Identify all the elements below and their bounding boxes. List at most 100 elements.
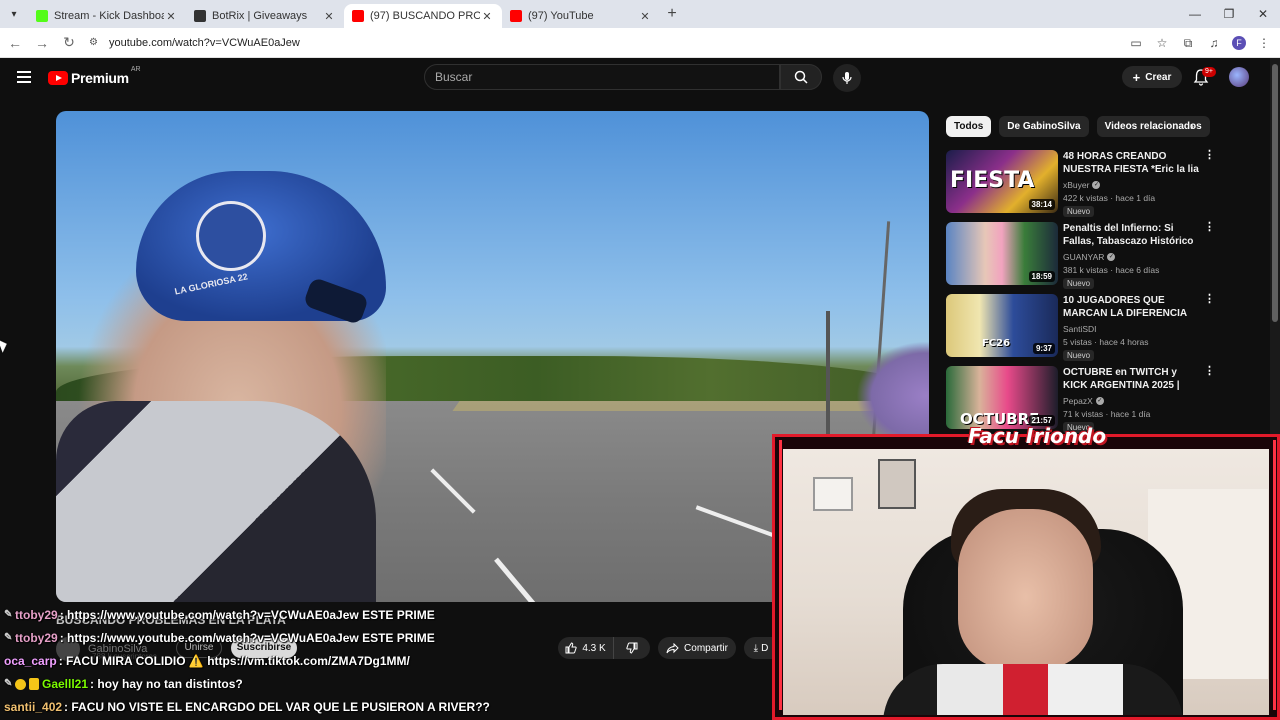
close-window-icon[interactable]: ✕ <box>1246 0 1280 28</box>
video-meta: 381 k vistas · hace 6 días <box>1063 265 1160 275</box>
botrix-favicon-icon <box>194 10 206 22</box>
video-frame-jersey <box>56 401 376 602</box>
video-thumbnail[interactable]: 18:59 <box>946 222 1058 285</box>
tab-close-icon[interactable]: ✕ <box>480 10 494 23</box>
back-arrow-icon[interactable]: ← <box>3 35 27 51</box>
video-thumbnail[interactable]: FC26 9:37 <box>946 294 1058 357</box>
recommendation-item[interactable]: FIESTA 38:14 48 HORAS CREANDO NUESTRA FI… <box>946 150 1216 217</box>
tab-close-icon[interactable]: ✕ <box>322 10 336 23</box>
tab-title: Stream - Kick Dashboard <box>54 10 164 22</box>
create-button[interactable]: + Crear <box>1122 66 1182 88</box>
overlay-frame-accent <box>779 440 789 710</box>
extensions-icon[interactable]: ⧉ <box>1180 36 1196 51</box>
browser-tab-botrix[interactable]: BotRix | Giveaways ✕ <box>186 4 344 28</box>
channel-name[interactable]: SantiSDI <box>1063 324 1097 334</box>
url-field[interactable]: ⚙ youtube.com/watch?v=VCWuAE0aJew <box>89 32 1109 54</box>
bookmark-star-icon[interactable]: ☆ <box>1154 36 1170 50</box>
like-button[interactable]: 4.3 K <box>558 637 614 659</box>
channel-line: xBuyer ✓ <box>1063 180 1101 190</box>
chat-username: santii_402 <box>4 700 63 714</box>
chat-text: : FACU MIRA COLIDIO ⚠️ https://vm.tiktok… <box>58 654 410 668</box>
video-title[interactable]: OCTUBRE en TWITCH y KICK ARGENTINA 2025 … <box>1063 366 1203 392</box>
search-input[interactable]: Buscar <box>424 64 781 90</box>
video-thumbnail[interactable]: OCTUBRE 21:57 <box>946 366 1058 429</box>
channel-name[interactable]: PepazX <box>1063 396 1093 406</box>
tab-search-button[interactable]: ▾ <box>0 0 28 28</box>
chat-message: santii_402 : FACU NO VISTE EL ENCARGDO D… <box>4 697 490 717</box>
streamer-name-logo: Facu Iriondo <box>968 424 1107 448</box>
like-dislike-group: 4.3 K <box>558 637 650 659</box>
more-actions-icon[interactable]: ⋮ <box>1204 366 1215 377</box>
notification-count-badge: 9+ <box>1202 67 1216 77</box>
recommendation-item[interactable]: FC26 9:37 10 JUGADORES QUE MARCAN LA DIF… <box>946 294 1216 361</box>
restore-icon[interactable]: ❐ <box>1212 0 1246 28</box>
gift-badge-icon <box>29 678 39 690</box>
browser-tab-youtube[interactable]: (97) YouTube ✕ <box>502 4 660 28</box>
recommendation-item[interactable]: OCTUBRE 21:57 OCTUBRE en TWITCH y KICK A… <box>946 366 1216 433</box>
chat-text: : https://www.youtube.com/watch?v=VCWuAE… <box>59 631 435 645</box>
site-info-icon[interactable]: ⚙ <box>89 37 103 48</box>
video-meta: 422 k vistas · hace 1 día <box>1063 193 1156 203</box>
media-controls-icon[interactable]: ♫ <box>1206 36 1222 50</box>
new-tab-button[interactable]: + <box>660 5 684 23</box>
youtube-premium-logo[interactable]: Premium AR <box>48 66 141 86</box>
wall-picture <box>878 459 916 509</box>
guide-menu-icon[interactable] <box>17 71 31 83</box>
scrollbar-thumb[interactable] <box>1272 64 1278 322</box>
share-button[interactable]: Compartir <box>658 637 736 659</box>
video-title[interactable]: 48 HORAS CREANDO NUESTRA FIESTA *Eric la… <box>1063 150 1203 176</box>
minimize-icon[interactable]: — <box>1178 0 1212 28</box>
wall-picture <box>813 477 853 511</box>
verified-check-icon: ✓ <box>1107 253 1116 261</box>
create-label: Crear <box>1145 71 1172 83</box>
cap-crest-icon <box>196 201 266 271</box>
tab-title: (97) YouTube <box>528 10 594 22</box>
chat-username: ttoby29 <box>15 608 58 622</box>
video-thumbnail[interactable]: FIESTA 38:14 <box>946 150 1058 213</box>
reload-icon[interactable]: ↻ <box>57 34 81 51</box>
more-actions-icon[interactable]: ⋮ <box>1204 150 1215 161</box>
recommendation-item[interactable]: 18:59 Penaltis del Infierno: Si Fallas, … <box>946 222 1216 289</box>
chip-channel[interactable]: De GabinoSilva <box>999 116 1089 137</box>
duration-badge: 38:14 <box>1028 199 1055 210</box>
url-text: youtube.com/watch?v=VCWuAE0aJew <box>109 36 300 49</box>
address-toolbar: ← → ↻ ⚙ youtube.com/watch?v=VCWuAE0aJew … <box>0 28 1280 58</box>
tab-close-icon[interactable]: ✕ <box>638 10 652 23</box>
video-title[interactable]: 10 JUGADORES QUE MARCAN LA DIFERENCIA EN… <box>1063 294 1203 320</box>
chat-message: oca_carp : FACU MIRA COLIDIO ⚠️ https://… <box>4 651 410 671</box>
channel-name[interactable]: GUANYAR <box>1063 252 1104 262</box>
chat-pencil-icon: ✎ <box>4 632 13 643</box>
new-badge: Nuevo <box>1063 206 1095 217</box>
overlay-frame-accent <box>1266 440 1276 710</box>
video-meta: 71 k vistas · hace 1 día <box>1063 409 1151 419</box>
search-button[interactable] <box>780 64 822 90</box>
browser-tab-video[interactable]: (97) BUSCANDO PROBLEM ✕ <box>344 4 502 28</box>
voice-search-button[interactable] <box>833 64 861 92</box>
streamer-webcam-overlay <box>772 434 1280 720</box>
download-icon: ⤓ <box>753 642 759 654</box>
account-avatar[interactable] <box>1229 67 1249 87</box>
browser-tab-kick[interactable]: Stream - Kick Dashboard ✕ <box>28 4 186 28</box>
tab-close-icon[interactable]: ✕ <box>164 10 178 23</box>
profile-avatar[interactable]: F <box>1232 36 1246 50</box>
chat-message: ✎ ttoby29 : https://www.youtube.com/watc… <box>4 628 435 648</box>
chevron-right-icon[interactable]: › <box>1190 119 1194 133</box>
streamer-jersey <box>883 664 1183 715</box>
chip-todos[interactable]: Todos <box>946 116 992 137</box>
dislike-button[interactable] <box>614 637 650 659</box>
video-title[interactable]: Penaltis del Infierno: Si Fallas, Tabasc… <box>1063 222 1203 248</box>
tab-title: (97) BUSCANDO PROBLEM <box>370 10 480 22</box>
chat-message: ✎ ttoby29 : https://www.youtube.com/watc… <box>4 605 435 625</box>
channel-name[interactable]: xBuyer <box>1063 180 1089 190</box>
forward-arrow-icon[interactable]: → <box>30 35 54 51</box>
download-label: D <box>761 642 769 654</box>
thumbnail-text: FIESTA <box>950 168 1035 193</box>
cast-icon[interactable]: ▭ <box>1128 36 1144 50</box>
browser-menu-icon[interactable]: ⋮ <box>1256 36 1272 50</box>
like-count: 4.3 K <box>582 642 606 654</box>
youtube-play-icon <box>48 71 68 85</box>
chat-message: ✎ Gaelll21 : hoy hay no tan distintos? <box>4 674 243 694</box>
chat-text: : FACU NO VISTE EL ENCARGDO DEL VAR QUE … <box>64 700 490 714</box>
more-actions-icon[interactable]: ⋮ <box>1204 222 1215 233</box>
more-actions-icon[interactable]: ⋮ <box>1204 294 1215 305</box>
